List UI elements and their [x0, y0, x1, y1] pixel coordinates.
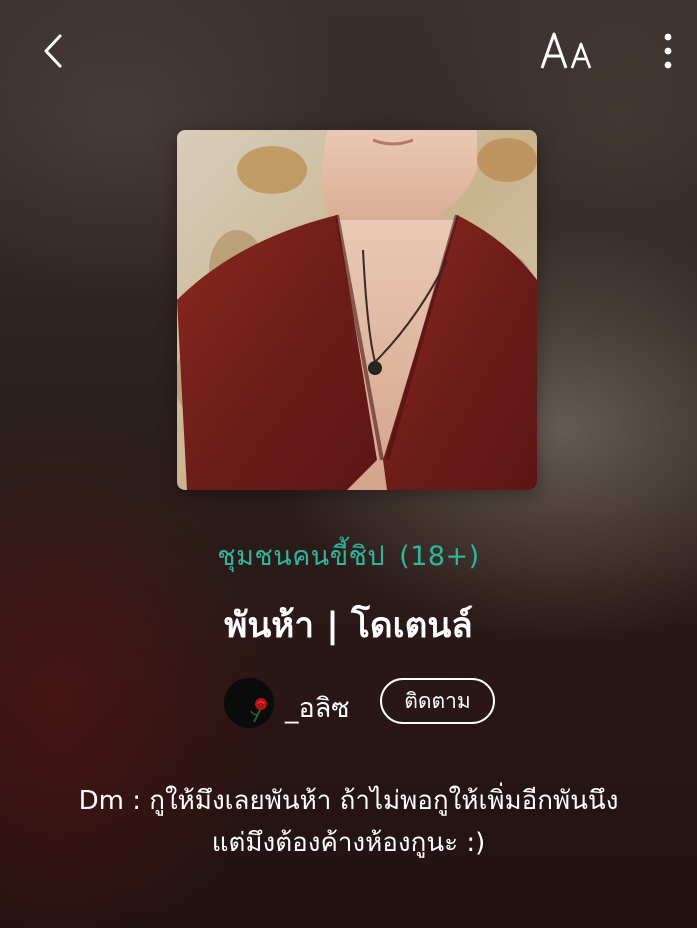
- community-name[interactable]: ชุมชนคนขี้ชิป: [217, 541, 385, 572]
- chevron-left-icon: [44, 34, 62, 68]
- community-label[interactable]: ชุมชนคนขี้ชิป (18+): [0, 534, 697, 577]
- age-rating-badge: (18+): [399, 541, 480, 572]
- top-bar: [0, 0, 697, 100]
- rose-avatar: [224, 678, 274, 728]
- font-size-button[interactable]: [538, 28, 598, 74]
- author-row: _อลิซ ติดตาม: [0, 677, 697, 729]
- story-description: Dm : กูให้มึงเลยพันห้า ถ้าไม่พอกูให้เพิ่…: [30, 780, 667, 864]
- more-options-button[interactable]: [654, 30, 682, 74]
- author-avatar[interactable]: [224, 678, 274, 728]
- description-line: Dm : กูให้มึงเลยพันห้า ถ้าไม่พอกูให้เพิ่…: [78, 786, 619, 816]
- cover-photo: [177, 130, 537, 490]
- text-size-icon: [540, 32, 592, 69]
- more-vertical-icon: [664, 33, 672, 69]
- story-cover-image[interactable]: [177, 130, 537, 490]
- story-title: พันห้า | โดเตนล์: [224, 606, 473, 646]
- description-line: แต่มึงต้องค้างห้องกูนะ :): [211, 828, 486, 858]
- author-name[interactable]: _อลิซ: [285, 686, 350, 729]
- follow-button[interactable]: ติดตาม: [380, 678, 495, 724]
- back-button[interactable]: [36, 30, 72, 72]
